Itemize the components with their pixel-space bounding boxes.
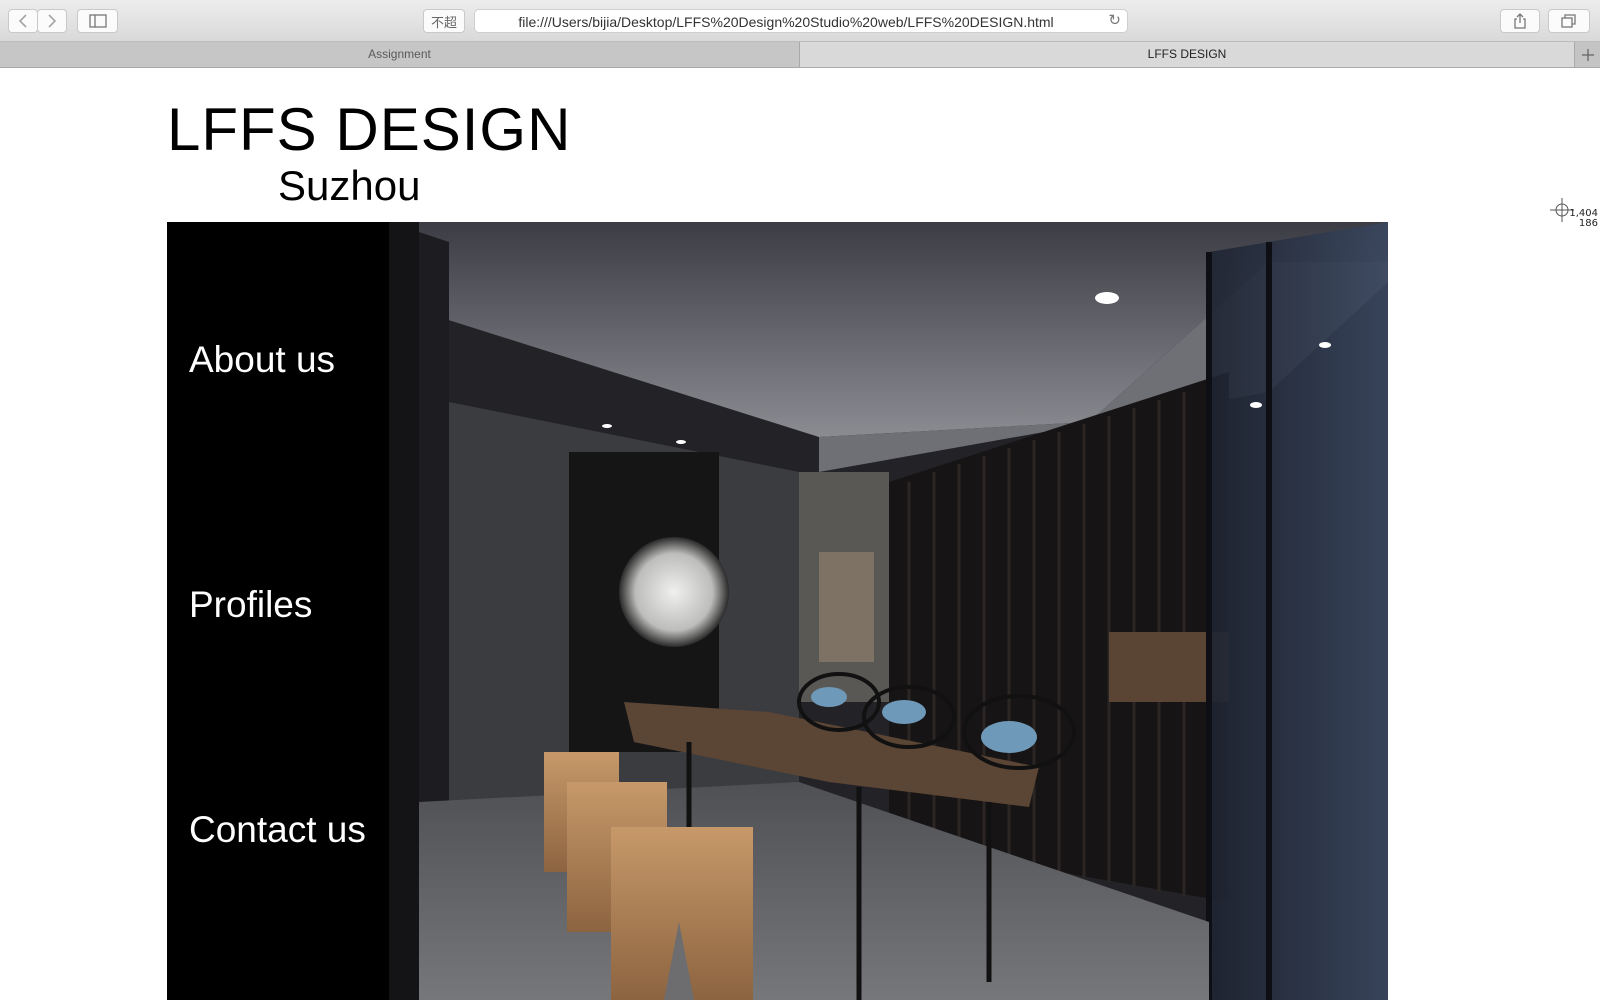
sidebar-toggle-button[interactable] bbox=[77, 9, 118, 33]
logo-subtitle: Suzhou bbox=[278, 162, 421, 209]
back-button[interactable] bbox=[8, 9, 38, 33]
url-text: file:///Users/bijia/Desktop/LFFS%20Desig… bbox=[518, 14, 1054, 30]
address-bar[interactable]: file:///Users/bijia/Desktop/LFFS%20Desig… bbox=[474, 9, 1128, 33]
reader-button[interactable]: 不超 bbox=[423, 9, 465, 33]
site-logo[interactable]: LFFS DESIGN Suzhou bbox=[167, 96, 572, 210]
nav-about-us[interactable]: About us bbox=[189, 339, 335, 381]
crosshair-y: 186 bbox=[1578, 218, 1598, 229]
share-icon bbox=[1514, 13, 1526, 29]
back-arrow-icon bbox=[18, 14, 27, 28]
tab-assignment[interactable]: Assignment bbox=[0, 42, 800, 67]
share-button[interactable] bbox=[1500, 9, 1540, 33]
forward-button[interactable] bbox=[37, 9, 67, 33]
forward-arrow-icon bbox=[48, 14, 57, 28]
nav-contact-us[interactable]: Contact us bbox=[189, 809, 366, 851]
tabs-overview-icon bbox=[1561, 14, 1576, 28]
hero-interior-photo bbox=[389, 222, 1388, 1000]
tab-bar: Assignment LFFS DESIGN bbox=[0, 42, 1600, 68]
sidebar-icon bbox=[88, 14, 107, 28]
tabs-overview-button[interactable] bbox=[1548, 9, 1590, 33]
crosshair-coordinates: 1,404 186 bbox=[1568, 209, 1598, 229]
reader-label: 不超 bbox=[430, 14, 457, 30]
reload-icon[interactable]: ↻ bbox=[1108, 13, 1121, 29]
tab-lffs-design[interactable]: LFFS DESIGN bbox=[800, 42, 1574, 67]
new-tab-plus-icon[interactable] bbox=[1574, 42, 1600, 67]
nav-sidebar: About us Profiles Contact us bbox=[167, 222, 389, 1000]
browser-toolbar: 不超 file:///Users/bijia/Desktop/LFFS%20De… bbox=[0, 0, 1600, 42]
logo-title: LFFS DESIGN bbox=[167, 96, 572, 163]
nav-profiles[interactable]: Profiles bbox=[189, 584, 312, 626]
